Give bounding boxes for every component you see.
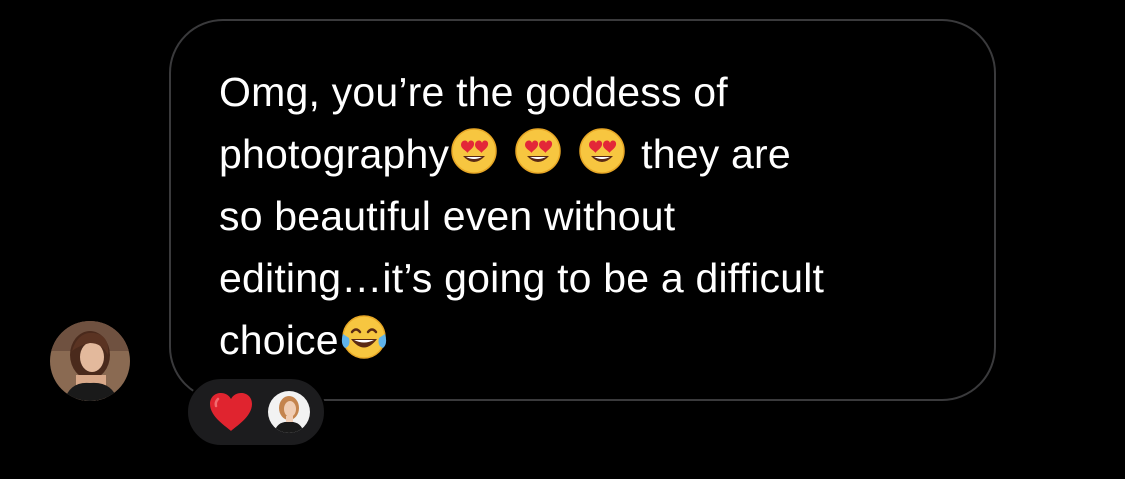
sender-avatar[interactable] — [50, 321, 130, 401]
message-line-2: photography they are — [219, 123, 959, 185]
message-line-4: editing…it’s going to be a difficult — [219, 255, 825, 301]
heart-eyes-emoji — [577, 126, 627, 176]
message-line-1: Omg, you’re the goddess of — [219, 69, 728, 115]
message-bubble[interactable]: Omg, you’re the goddess of photography th… — [169, 19, 996, 401]
message-line-5: choice — [219, 309, 959, 371]
message-text: Omg, you’re the goddess of photography th… — [219, 61, 959, 371]
reactor-avatar[interactable] — [268, 391, 310, 433]
user-avatar-icon — [50, 321, 130, 401]
reactor-avatar-icon — [268, 391, 310, 433]
red-heart-icon — [210, 393, 252, 431]
heart-eyes-emoji — [449, 126, 499, 176]
message-line-3: so beautiful even without — [219, 193, 676, 239]
reaction-pill[interactable] — [186, 377, 326, 447]
message-text-segment: choice — [219, 317, 339, 363]
heart-eyes-emoji — [513, 126, 563, 176]
message-text-segment: they are — [641, 131, 791, 177]
tears-of-joy-emoji — [339, 312, 389, 362]
message-text-segment: photography — [219, 131, 450, 177]
